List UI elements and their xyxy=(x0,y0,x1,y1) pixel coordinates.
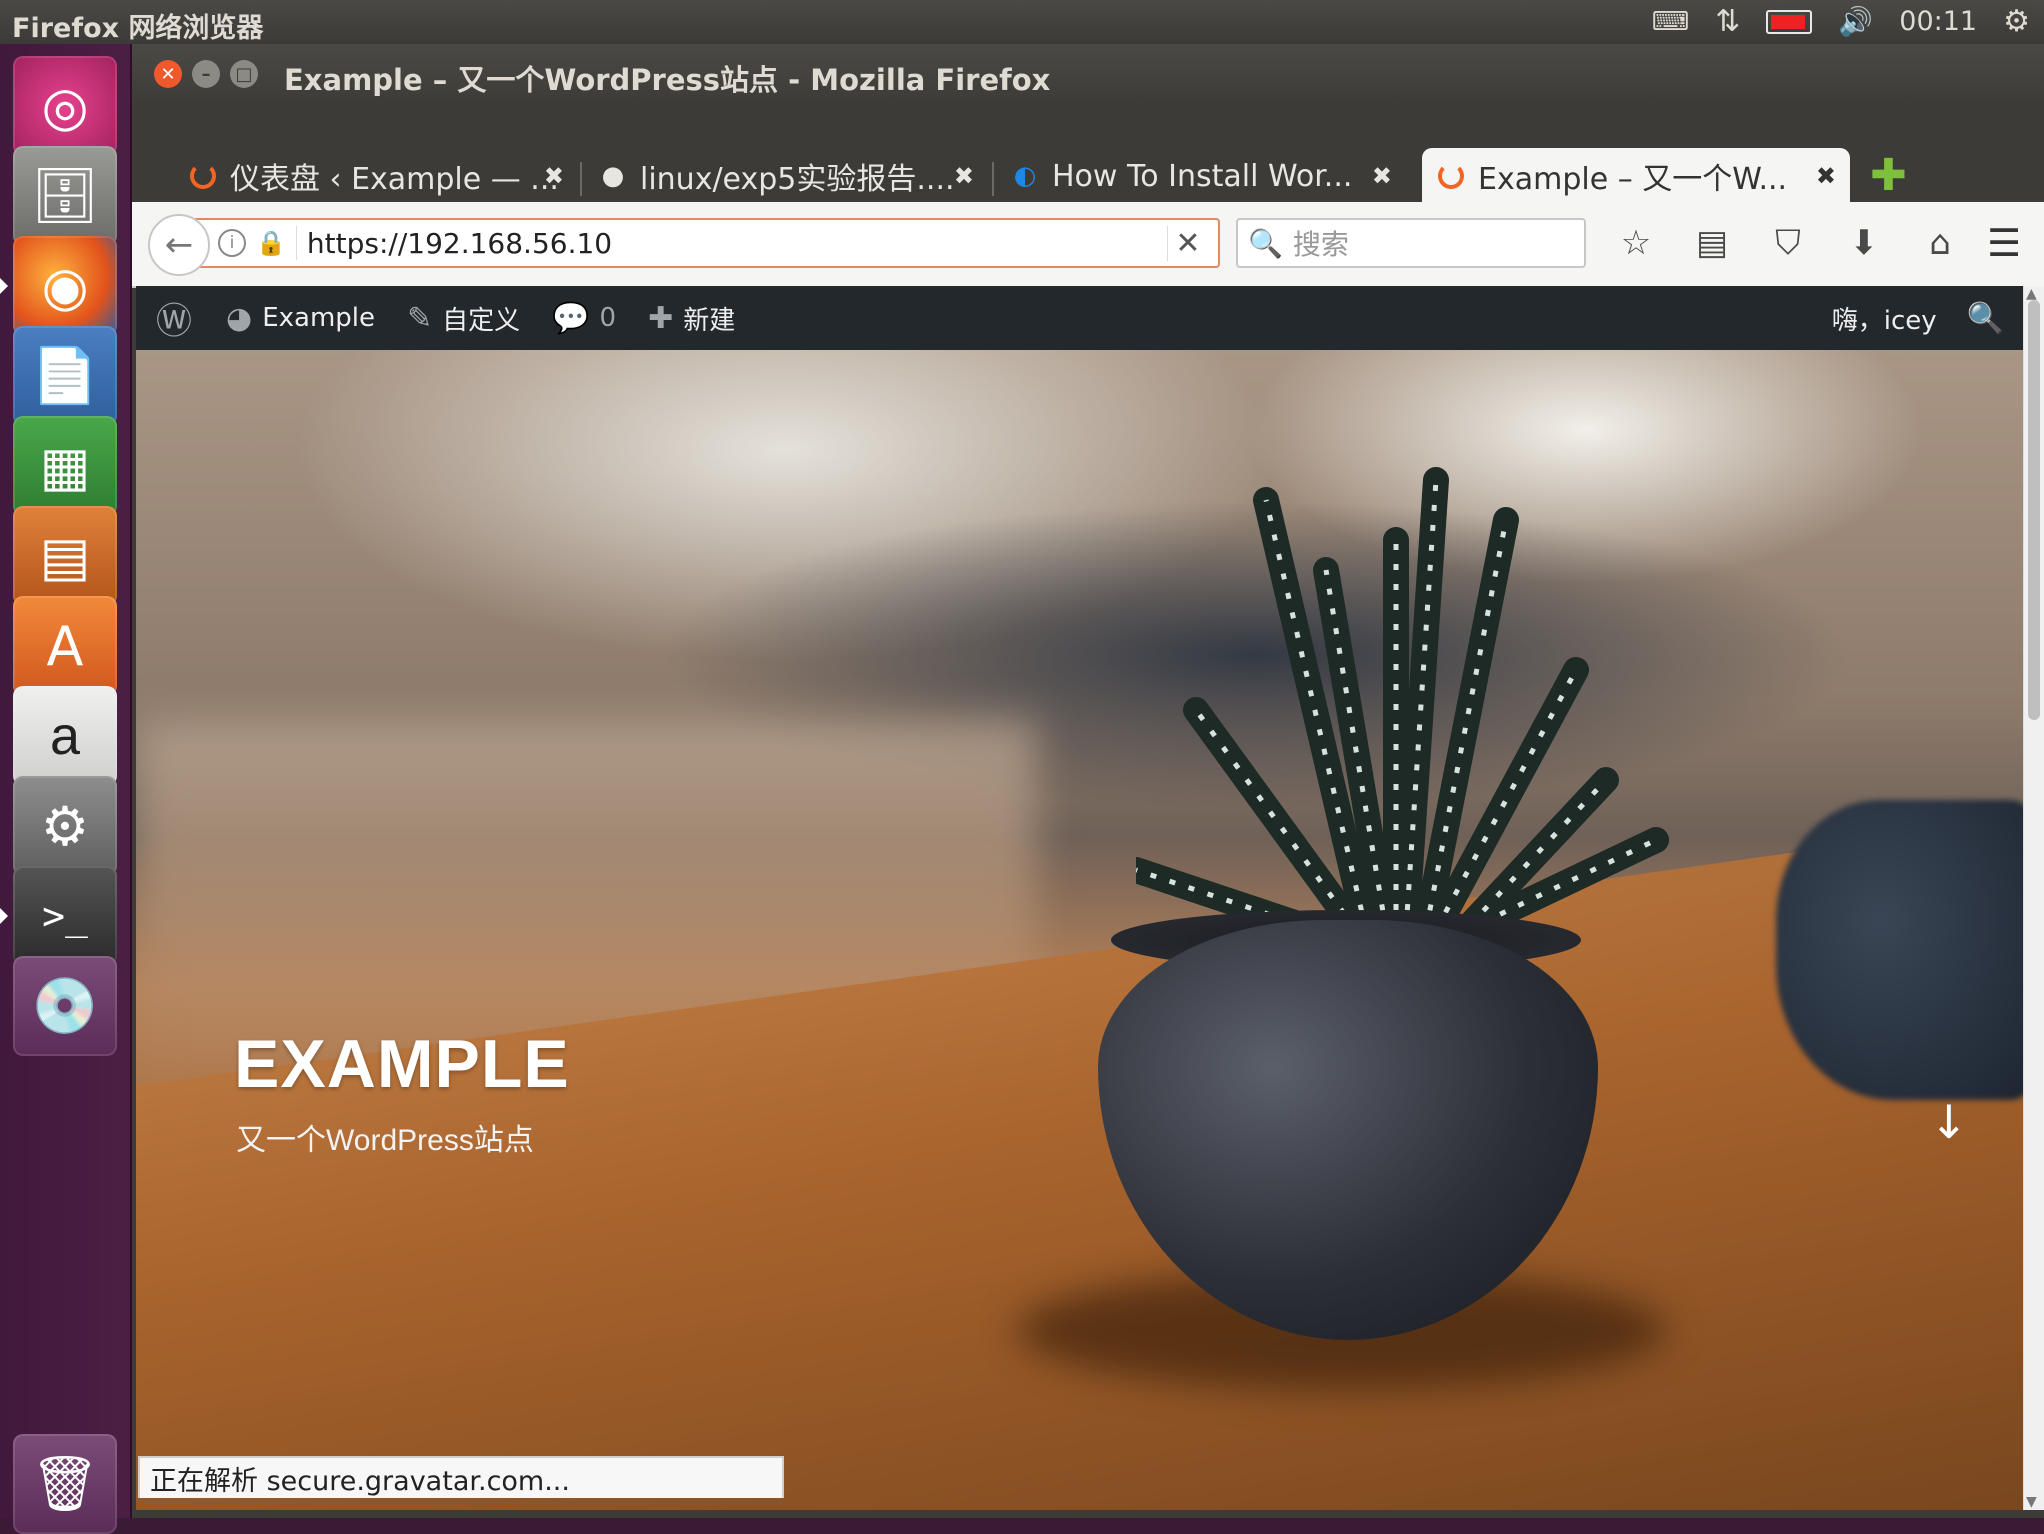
active-app-name: Firefox 网络浏览器 xyxy=(12,13,264,44)
comments-count: 0 xyxy=(599,303,617,333)
close-tab-icon[interactable]: ✖ xyxy=(544,162,564,190)
site-name-label: Example xyxy=(262,303,376,333)
window-title: Example – 又一个WordPress站点 - Mozilla Firef… xyxy=(284,63,1051,97)
wp-comments[interactable]: 💬 0 xyxy=(552,301,616,336)
digitalocean-icon: ◐ xyxy=(1013,161,1037,191)
stop-loading-icon[interactable]: ✕ xyxy=(1167,225,1208,261)
back-button[interactable]: ← xyxy=(148,214,210,276)
close-tab-icon[interactable]: ✖ xyxy=(1816,162,1836,190)
wp-admin-bar: Ⓦ ◕ Example ✎ 自定义 💬 0 ✚ 新建 嗨，icey 🔍 xyxy=(136,286,2024,350)
firefox-icon[interactable]: ◉ xyxy=(0,236,117,336)
tab-strip: 仪表盘 ‹ Example — ... ✖ ● linux/exp5实验报告..… xyxy=(132,106,2044,204)
background-plant-pot xyxy=(1776,800,2024,1100)
brush-icon: ✎ xyxy=(407,300,433,336)
tab-github[interactable]: ● linux/exp5实验报告.... ✖ xyxy=(584,148,988,204)
search-placeholder: 搜索 xyxy=(1292,228,1349,261)
page-scrollbar[interactable]: ▲ ▼ xyxy=(2023,286,2044,1510)
calc-icon[interactable]: ▦ xyxy=(13,416,117,516)
customize-label: 自定义 xyxy=(442,305,521,336)
loading-icon xyxy=(188,161,218,191)
status-bar: 正在解析 secure.gravatar.com... xyxy=(138,1456,784,1498)
power-icon[interactable]: ⚙ xyxy=(2003,4,2030,39)
volume-icon[interactable]: 🔊 xyxy=(1838,5,1873,38)
writer-icon[interactable]: 📄 xyxy=(13,326,117,426)
plus-icon: ✚ xyxy=(648,300,674,336)
url-text[interactable]: https://192.168.56.10 xyxy=(307,227,1167,260)
lock-icon[interactable]: 🔒 xyxy=(256,229,286,257)
title-bar: ✕ – □ Example – 又一个WordPress站点 - Mozilla… xyxy=(132,44,2044,106)
navigation-bar: i 🔒 https://192.168.56.10 ✕ ← 🔍 搜索 ☆ ▤ ⛉… xyxy=(132,202,2044,288)
impress-icon[interactable]: ▤ xyxy=(13,506,117,606)
close-window-button[interactable]: ✕ xyxy=(154,60,182,88)
settings-icon[interactable]: ⚙ xyxy=(13,776,117,876)
tab-dashboard[interactable]: 仪表盘 ‹ Example — ... ✖ xyxy=(174,148,578,204)
scroll-down-arrow-icon[interactable]: ↓ xyxy=(1929,1095,1968,1149)
wp-site-name[interactable]: ◕ Example xyxy=(226,301,375,336)
scroll-down-icon[interactable]: ▼ xyxy=(2026,1494,2037,1510)
wp-search-icon[interactable]: 🔍 xyxy=(1967,301,2004,336)
files-icon[interactable]: 🗄 xyxy=(13,146,117,246)
wp-new[interactable]: ✚ 新建 xyxy=(648,300,735,337)
software-center-icon[interactable]: A xyxy=(13,596,117,696)
search-input[interactable]: 🔍 搜索 xyxy=(1236,218,1586,268)
clock[interactable]: 00:11 xyxy=(1899,6,1977,37)
close-tab-icon[interactable]: ✖ xyxy=(954,162,974,190)
battery-icon[interactable] xyxy=(1766,9,1813,34)
bookmarks-menu-icon[interactable]: ▤ xyxy=(1674,212,1750,274)
hero-image: EXAMPLE 又一个WordPress站点 ↓ xyxy=(136,350,2024,1510)
close-tab-icon[interactable]: ✖ xyxy=(1372,162,1392,190)
tab-label: Example – 又一个W... xyxy=(1478,162,1788,197)
comment-icon: 💬 xyxy=(552,300,590,336)
trash-icon[interactable]: 🗑 xyxy=(13,1434,117,1534)
amazon-icon[interactable]: a xyxy=(13,686,117,786)
bookmark-star-icon[interactable]: ☆ xyxy=(1598,212,1674,274)
tab-label: linux/exp5实验报告.... xyxy=(640,162,955,197)
dashboard-icon: ◕ xyxy=(226,300,253,336)
github-icon: ● xyxy=(601,161,625,191)
download-icon[interactable]: ⬇ xyxy=(1826,212,1902,274)
dvd-icon[interactable]: 💿 xyxy=(13,956,117,1056)
maximize-window-button[interactable]: □ xyxy=(230,60,258,88)
minimize-window-button[interactable]: – xyxy=(192,60,220,88)
terminal-icon[interactable]: >_ xyxy=(0,866,117,966)
network-icon[interactable]: ⇅ xyxy=(1715,4,1740,39)
pocket-icon[interactable]: ⛉ xyxy=(1750,212,1826,274)
wp-greeting[interactable]: 嗨，icey xyxy=(1832,300,1937,337)
scrollbar-thumb[interactable] xyxy=(2028,300,2040,720)
keyboard-icon[interactable]: ⌨ xyxy=(1652,7,1690,37)
wp-customize[interactable]: ✎ 自定义 xyxy=(407,300,520,337)
url-bar[interactable]: i 🔒 https://192.168.56.10 ✕ xyxy=(194,218,1220,268)
hamburger-menu-icon[interactable]: ☰ xyxy=(1978,214,2030,272)
site-title[interactable]: EXAMPLE xyxy=(234,1025,570,1103)
firefox-window: ✕ – □ Example – 又一个WordPress站点 - Mozilla… xyxy=(132,44,2044,1518)
new-label: 新建 xyxy=(683,305,736,336)
home-icon[interactable]: ⌂ xyxy=(1902,212,1978,274)
site-tagline: 又一个WordPress站点 xyxy=(236,1124,534,1157)
top-panel: Firefox 网络浏览器 ⌨ ⇅ 🔊 00:11 ⚙ xyxy=(0,0,2044,44)
tab-label: 仪表盘 ‹ Example — ... xyxy=(230,162,559,197)
loading-icon xyxy=(1436,161,1466,191)
site-info-icon[interactable]: i xyxy=(218,229,246,257)
search-icon: 🔍 xyxy=(1248,226,1283,260)
new-tab-button[interactable]: ✚ xyxy=(1870,150,1907,201)
tab-digitalocean[interactable]: ◐ How To Install Wor... ✖ xyxy=(996,148,1406,204)
launcher: ◎ 🗄 ◉ 📄 ▦ ▤ A a ⚙ >_ 💿 🗑 xyxy=(0,44,132,1534)
tab-label: How To Install Wor... xyxy=(1052,158,1353,194)
succulent-plant xyxy=(1136,467,1669,953)
wordpress-logo-icon[interactable]: Ⓦ xyxy=(156,292,202,344)
ubuntu-dash-icon[interactable]: ◎ xyxy=(13,56,117,156)
page-content: Ⓦ ◕ Example ✎ 自定义 💬 0 ✚ 新建 嗨，icey 🔍 EXAM… xyxy=(136,286,2024,1510)
tab-example-active[interactable]: Example – 又一个W... ✖ xyxy=(1422,148,1850,204)
